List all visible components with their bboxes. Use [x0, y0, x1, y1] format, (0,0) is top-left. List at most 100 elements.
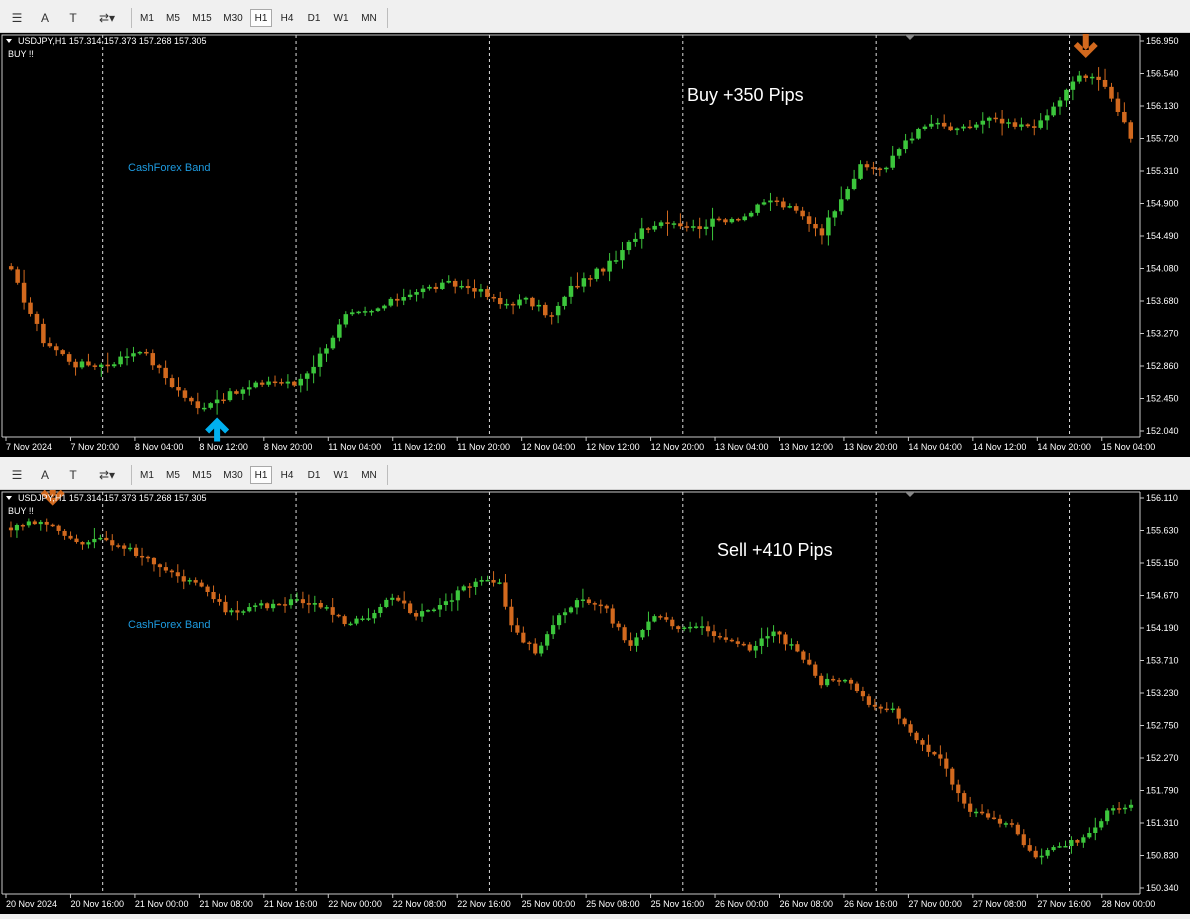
candle-body — [402, 600, 407, 604]
candle-body — [300, 599, 305, 604]
candle-body — [8, 266, 14, 270]
candlestick-chart-top[interactable]: 156.950 156.540 156.130 155.720 155.310 154.9… — [0, 33, 1190, 457]
candle-body — [452, 280, 458, 287]
candle-body — [765, 636, 770, 639]
candle-body — [419, 611, 425, 617]
candle-body — [598, 604, 603, 607]
timeframe-mn-button[interactable]: MN — [356, 466, 382, 484]
x-tick-label: 8 Nov 04:00 — [135, 442, 184, 452]
timeframe-m15-button[interactable]: M15 — [188, 466, 216, 484]
candle-body — [914, 732, 919, 741]
candle-body — [73, 361, 78, 368]
candle-body — [156, 365, 162, 368]
candle-body — [504, 303, 509, 306]
y-tick-label: 150.830 — [1146, 851, 1179, 861]
timeframe-h4-button[interactable]: H4 — [275, 9, 299, 27]
candle-body — [753, 645, 758, 651]
arrows-tool-icon[interactable]: ⇄▾ — [92, 9, 122, 27]
chart-pane-bottom[interactable]: 156.110 155.630 155.150 154.670 154.190 153.7… — [0, 481, 1190, 914]
timeframe-m5-button[interactable]: M5 — [161, 9, 185, 27]
candle-body — [1099, 821, 1104, 828]
timeframe-m15-button[interactable]: M15 — [188, 9, 216, 27]
candle-body — [86, 542, 91, 545]
candle-body — [993, 117, 998, 120]
candle-body — [324, 348, 329, 354]
y-tick-label: 156.110 — [1146, 493, 1178, 503]
chart-pane-top[interactable]: 156.950 156.540 156.130 155.720 155.310 154.9… — [0, 33, 1190, 457]
candle-body — [1109, 86, 1114, 99]
candle-body — [903, 140, 908, 150]
candle-body — [545, 634, 550, 646]
timeframe-h1-button[interactable]: H1 — [250, 9, 272, 27]
y-tick-label: 154.490 — [1146, 231, 1179, 241]
candle-body — [1015, 824, 1020, 835]
candle-body — [896, 149, 902, 156]
candle-body — [497, 297, 503, 305]
arrows-tool-icon[interactable]: ⇄▾ — [92, 466, 122, 484]
candle-body — [356, 311, 361, 314]
text-label-tool-icon[interactable]: T — [64, 9, 82, 27]
candle-body — [86, 361, 91, 366]
timeframe-mn-button[interactable]: MN — [356, 9, 382, 27]
properties-icon[interactable]: ☰ — [8, 466, 26, 484]
candle-body — [478, 289, 484, 292]
x-tick-label: 13 Nov 20:00 — [844, 442, 898, 452]
x-tick-label: 26 Nov 00:00 — [715, 899, 769, 909]
candle-body — [288, 599, 294, 606]
candle-body — [425, 610, 431, 612]
timeframe-d1-button[interactable]: D1 — [302, 9, 326, 27]
candle-body — [66, 354, 72, 362]
text-tool-icon[interactable]: A — [36, 466, 54, 484]
candle-body — [427, 286, 432, 289]
candle-body — [235, 610, 240, 613]
timeframe-w1-button[interactable]: W1 — [329, 9, 353, 27]
timeframe-w1-button[interactable]: W1 — [329, 466, 353, 484]
timeframe-h4-button[interactable]: H4 — [275, 466, 299, 484]
candle-body — [1057, 846, 1062, 848]
candle-body — [703, 226, 709, 229]
candle-body — [510, 303, 516, 306]
candle-body — [896, 708, 901, 719]
x-tick-label: 25 Nov 08:00 — [586, 899, 640, 909]
y-tick-label: 152.860 — [1146, 361, 1179, 371]
candle-body — [342, 616, 347, 625]
y-tick-label: 154.670 — [1146, 591, 1179, 601]
candle-body — [465, 285, 471, 289]
timeframe-m5-button[interactable]: M5 — [161, 466, 185, 484]
candle-body — [181, 576, 186, 582]
text-label-tool-icon[interactable]: T — [64, 466, 82, 484]
candle-body — [348, 623, 353, 626]
candle-body — [472, 288, 477, 292]
timeframe-m1-button[interactable]: M1 — [136, 9, 158, 27]
candle-body — [932, 751, 937, 755]
timeframe-d1-button[interactable]: D1 — [302, 466, 326, 484]
candle-body — [652, 225, 657, 230]
candle-body — [503, 582, 508, 607]
candle-body — [664, 617, 669, 620]
candle-body — [229, 610, 234, 613]
candle-body — [854, 683, 860, 692]
symbol-header: USDJPY,H1 157.314 157.373 157.268 157.30… — [18, 36, 207, 46]
candle-body — [193, 580, 198, 583]
candle-body — [688, 626, 693, 629]
timeframe-h1-button[interactable]: H1 — [250, 466, 272, 484]
timeframe-m1-button[interactable]: M1 — [136, 466, 158, 484]
candle-body — [991, 817, 997, 820]
candle-body — [92, 538, 97, 543]
candle-body — [716, 218, 722, 221]
timeframe-m30-button[interactable]: M30 — [219, 9, 247, 27]
text-tool-icon[interactable]: A — [36, 9, 54, 27]
properties-icon[interactable]: ☰ — [8, 9, 26, 27]
candle-body — [473, 581, 478, 587]
candle-body — [771, 631, 776, 637]
candle-body — [201, 407, 207, 410]
candle-body — [366, 618, 371, 620]
candle-body — [620, 250, 625, 261]
x-tick-label: 27 Nov 00:00 — [908, 899, 962, 909]
candle-body — [986, 117, 992, 121]
timeframe-m30-button[interactable]: M30 — [219, 466, 247, 484]
candle-body — [626, 241, 632, 251]
candle-body — [699, 626, 705, 628]
candlestick-chart-bottom[interactable]: 156.110 155.630 155.150 154.670 154.190 153.7… — [0, 481, 1190, 914]
candle-body — [562, 612, 568, 616]
